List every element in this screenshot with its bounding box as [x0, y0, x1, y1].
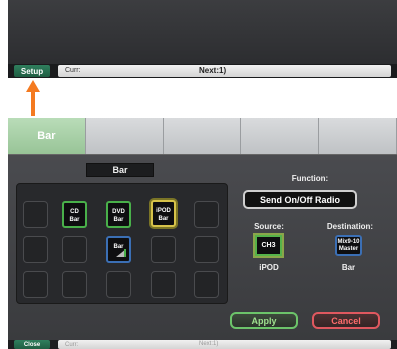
curr-label: Curr: [65, 67, 81, 74]
function-label: Function: [291, 174, 329, 183]
setup-button[interactable]: Setup [14, 65, 50, 77]
softkey-dvd-sublabel: Bar [113, 217, 124, 223]
tab-3[interactable] [163, 118, 242, 154]
softkey-ipod-label: iPOD [156, 208, 171, 214]
softkey-cd-label: CD [70, 209, 79, 215]
tab-5[interactable] [319, 118, 397, 154]
destination-value: Mix9-10 [337, 239, 360, 245]
function-selector[interactable]: Send On/Off Radio [243, 190, 357, 209]
tab-4[interactable] [241, 118, 320, 154]
softkey-slot[interactable] [23, 201, 48, 228]
next-label: Next:1) [199, 66, 227, 75]
softkey-slot[interactable] [23, 271, 48, 298]
tab-bar[interactable]: Bar [8, 118, 86, 154]
close-button[interactable]: Close [14, 340, 50, 349]
destination-label: Destination: [326, 222, 374, 231]
source-selector[interactable]: CH3 [255, 235, 282, 256]
destination-sublabel: Master [338, 246, 359, 252]
arrow-up-icon [26, 80, 40, 116]
softkey-dvd-label: DVD [112, 209, 125, 215]
layer-title: Bar [86, 163, 154, 177]
top-show-info-field: Curr: Next:1) [58, 65, 391, 77]
softkey-slot[interactable] [23, 236, 48, 263]
softkey-bar-fader[interactable]: Bar [106, 236, 131, 263]
softkey-slot[interactable] [151, 236, 176, 263]
softkey-slot[interactable] [62, 271, 87, 298]
bottom-show-info-field: Curr: Next:1) [58, 340, 391, 349]
destination-name: Bar [341, 263, 356, 272]
softkey-slot[interactable] [106, 271, 131, 298]
bottom-curr-label: Curr: [65, 342, 79, 348]
softkey-slot[interactable] [194, 201, 219, 228]
destination-selector[interactable]: Mix9-10 Master [335, 235, 362, 256]
softkey-dvd[interactable]: DVD Bar [106, 201, 131, 228]
cancel-button[interactable]: Cancel [312, 312, 380, 329]
top-screen-panel [8, 0, 397, 66]
source-label: Source: [254, 222, 284, 231]
softkey-grid: CD Bar DVD Bar iPOD Bar Bar [16, 183, 228, 304]
layer-tabs: Bar [8, 118, 397, 154]
softkey-ipod[interactable]: iPOD Bar [151, 200, 176, 227]
softkey-slot[interactable] [194, 236, 219, 263]
tab-2[interactable] [85, 118, 164, 154]
softkey-slot[interactable] [62, 236, 87, 263]
source-name: iPOD [259, 263, 279, 272]
softkey-ipod-sublabel: Bar [158, 216, 169, 222]
softkey-slot[interactable] [151, 271, 176, 298]
level-fader-icon [116, 249, 126, 257]
softkey-cd[interactable]: CD Bar [62, 201, 87, 228]
apply-button[interactable]: Apply [230, 312, 298, 329]
bottom-next-label: Next:1) [199, 341, 219, 347]
softkey-cd-sublabel: Bar [69, 217, 80, 223]
softkey-slot[interactable] [194, 271, 219, 298]
